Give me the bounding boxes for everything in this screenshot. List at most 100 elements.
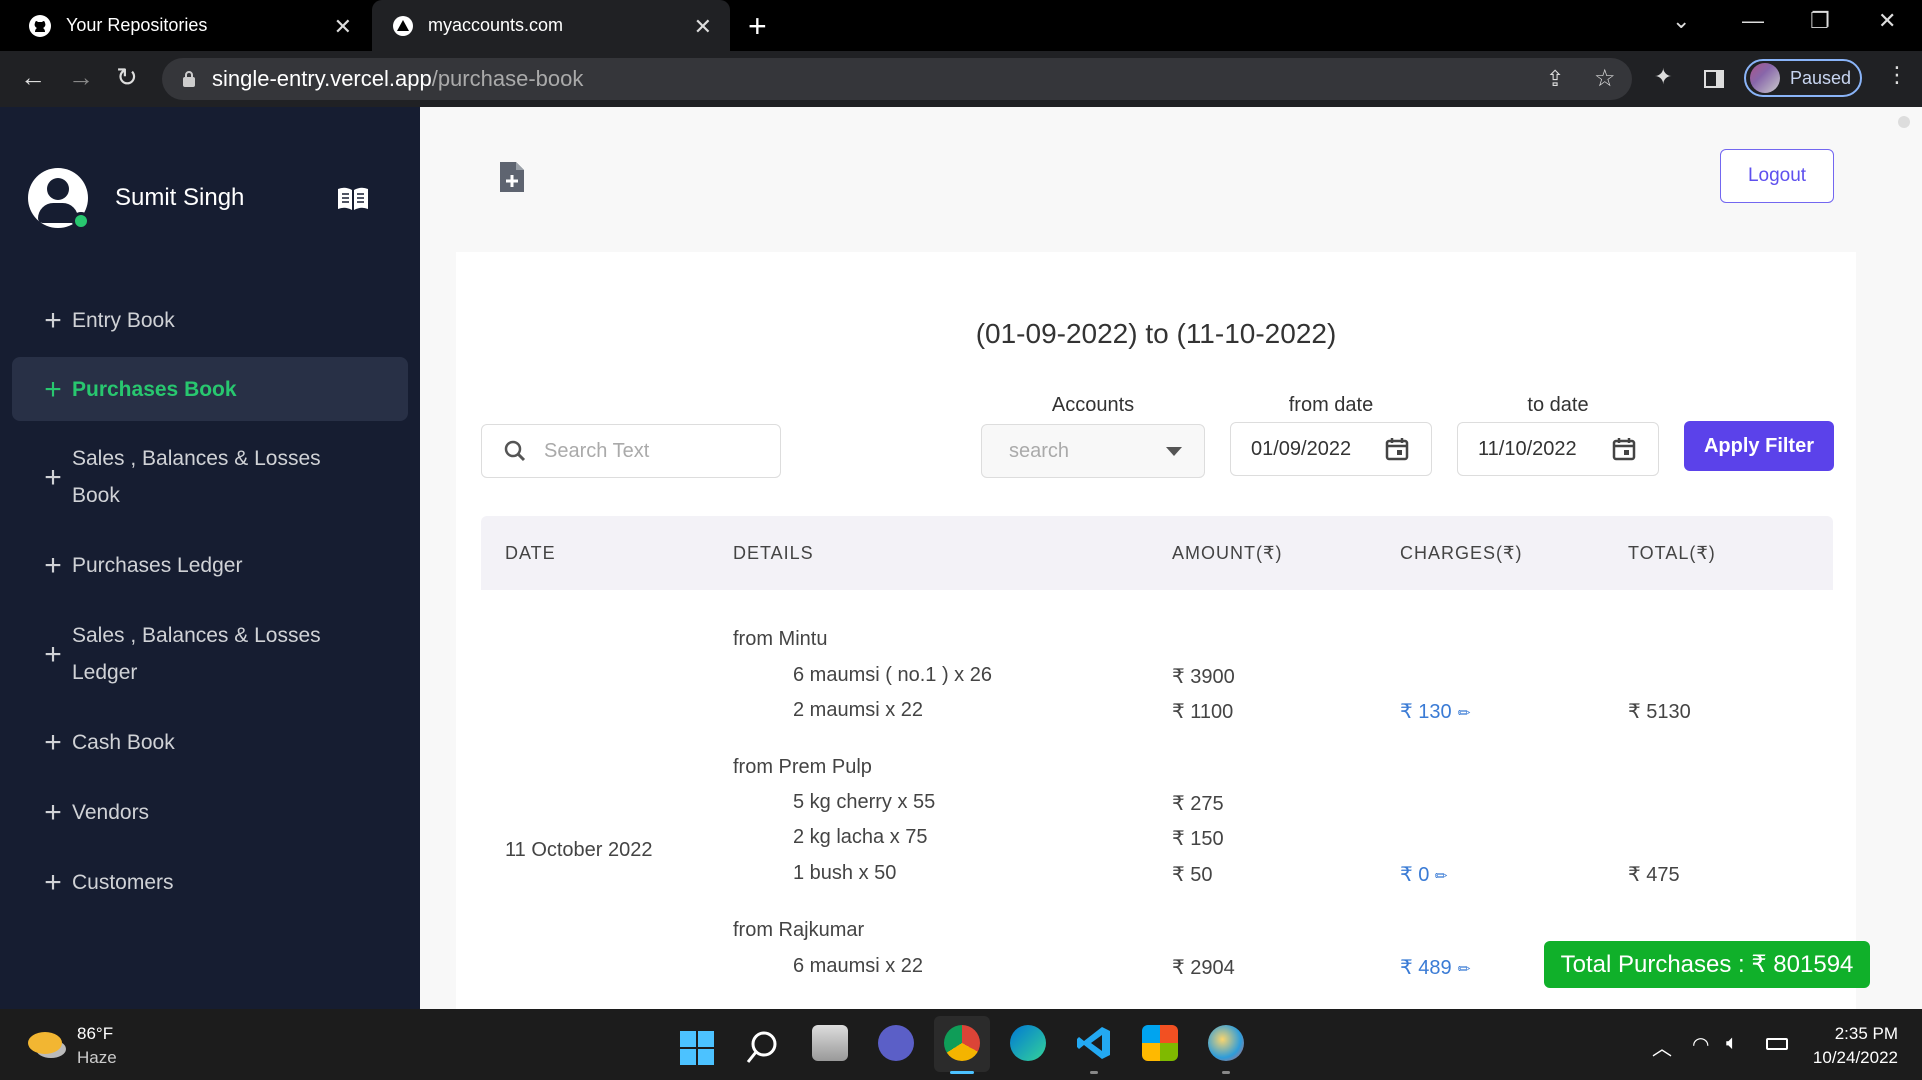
sidebar-item-entry-book[interactable]: + Entry Book [12, 302, 408, 339]
calendar-icon[interactable] [1385, 437, 1409, 461]
sidebar-item-purchases-book[interactable]: + Purchases Book [12, 357, 408, 421]
github-icon [29, 14, 51, 37]
clock-date[interactable]: 10/24/2022 [1800, 1048, 1898, 1068]
share-icon[interactable]: ⇪ [1546, 66, 1564, 92]
tab-close-icon[interactable]: ✕ [334, 14, 352, 40]
item-desc: 1 bush x 50 [793, 862, 897, 884]
item-amount: ₹ 150 [1172, 828, 1224, 850]
store-icon[interactable] [1142, 1025, 1178, 1061]
sidebar-item-purchases-ledger[interactable]: + Purchases Ledger [12, 547, 408, 584]
tray-chevron-icon[interactable]: ︿ [1652, 1032, 1672, 1061]
tab-your-repositories[interactable]: Your Repositories ✕ [0, 0, 370, 51]
extensions-icon[interactable]: ✦ [1654, 64, 1672, 90]
vendor-name: from Mintu [733, 628, 828, 650]
paint-icon[interactable] [1208, 1025, 1244, 1061]
column-header-date: DATE [505, 543, 556, 563]
item-amount: ₹ 1100 [1172, 701, 1234, 723]
sidebar-item-label: Entry Book [72, 309, 175, 332]
back-icon[interactable]: ← [20, 62, 46, 93]
user-name: Sumit Singh [115, 184, 245, 211]
battery-icon[interactable] [1766, 1038, 1788, 1050]
book-icon[interactable] [336, 186, 370, 212]
from-date-input[interactable]: 01/09/2022 [1230, 422, 1432, 476]
clock-time[interactable]: 2:35 PM [1828, 1024, 1898, 1044]
close-window-icon[interactable]: ✕ [1878, 8, 1896, 34]
vercel-icon [393, 15, 413, 36]
url-text: single-entry.vercel.app/purchase-book [212, 66, 583, 92]
profile-button[interactable]: Paused [1744, 59, 1862, 97]
tab-close-icon[interactable]: ✕ [694, 14, 712, 40]
menu-icon[interactable]: ⋮ [1886, 62, 1908, 88]
sidebar-item-customers[interactable]: + Customers [12, 864, 408, 901]
sidebar-item-label: Sales , Balances & Losses Ledger [72, 624, 321, 684]
teams-chat-icon[interactable] [878, 1025, 914, 1061]
charges-value: ₹ 0 [1400, 864, 1430, 886]
search-input[interactable]: Search Text [481, 424, 781, 478]
scrollbar-dot[interactable] [1898, 116, 1910, 128]
sidebar-item-sales-ledger[interactable]: + Sales , Balances & Losses Ledger [12, 617, 352, 691]
group-total: ₹ 475 [1628, 864, 1680, 886]
tab-title: myaccounts.com [428, 15, 564, 35]
reload-icon[interactable]: ↻ [116, 62, 138, 93]
item-amount: ₹ 2904 [1172, 957, 1235, 979]
forward-icon[interactable]: → [68, 62, 94, 93]
sidebar-item-label: Sales , Balances & Losses Book [72, 447, 321, 507]
side-panel-icon[interactable] [1704, 70, 1724, 88]
vscode-icon[interactable] [1076, 1025, 1112, 1061]
charges-value: ₹ 130 [1400, 701, 1452, 723]
sidebar-item-label: Cash Book [72, 731, 175, 754]
weather-desc: Haze [77, 1048, 117, 1067]
logout-button[interactable]: Logout [1720, 149, 1834, 203]
restore-icon[interactable]: ❐ [1810, 8, 1830, 34]
profile-status: Paused [1790, 67, 1852, 88]
minimize-icon[interactable]: — [1742, 8, 1764, 34]
tab-title: Your Repositories [66, 15, 208, 35]
from-date-value: 01/09/2022 [1251, 438, 1352, 460]
add-file-icon[interactable] [498, 160, 526, 194]
bookmark-star-icon[interactable]: ☆ [1594, 64, 1616, 93]
search-placeholder: Search Text [544, 440, 650, 462]
url-host: single-entry.vercel.app [212, 66, 432, 91]
sidebar-item-label: Vendors [72, 801, 150, 824]
profile-avatar [1750, 63, 1780, 93]
group-total: ₹ 5130 [1628, 701, 1691, 723]
edge-icon[interactable] [1010, 1025, 1046, 1061]
weather-icon[interactable] [28, 1032, 62, 1054]
charges-edit-link[interactable]: ₹ 0 ✎ [1400, 862, 1453, 887]
accounts-select[interactable]: search [981, 424, 1205, 478]
item-desc: 6 maumsi ( no.1 ) x 26 [793, 664, 992, 686]
chrome-icon[interactable] [944, 1025, 980, 1061]
purchases-card [456, 252, 1856, 1009]
sidebar-item-cash-book[interactable]: + Cash Book [12, 724, 408, 761]
active-indicator [950, 1071, 974, 1074]
volume-icon[interactable]: 🔈︎ [1726, 1032, 1738, 1055]
charges-edit-link[interactable]: ₹ 489 ✎ [1400, 955, 1475, 980]
sidebar-item-vendors[interactable]: + Vendors [12, 794, 408, 831]
charges-value: ₹ 489 [1400, 957, 1452, 979]
column-header-total: TOTAL(₹) [1628, 543, 1716, 563]
charges-edit-link[interactable]: ₹ 130 ✎ [1400, 699, 1475, 724]
vendor-name: from Prem Pulp [733, 756, 872, 778]
task-view-icon[interactable] [812, 1025, 848, 1061]
item-desc: 2 maumsi x 22 [793, 699, 924, 721]
search-icon [504, 440, 526, 462]
column-header-amount: AMOUNT(₹) [1172, 543, 1283, 563]
column-header-details: DETAILS [733, 543, 814, 563]
wifi-icon[interactable]: ◠ [1692, 1032, 1709, 1057]
new-tab-button[interactable]: + [748, 8, 767, 45]
accounts-label: Accounts [1051, 394, 1135, 416]
lock-icon [183, 71, 195, 87]
search-taskbar-icon[interactable] [746, 1030, 780, 1066]
from-date-label: from date [1288, 394, 1374, 416]
sidebar-item-sales-book[interactable]: + Sales , Balances & Losses Book [12, 440, 352, 514]
tab-search-icon[interactable]: ⌄ [1672, 8, 1690, 34]
to-date-value: 11/10/2022 [1478, 438, 1577, 460]
item-desc: 6 maumsi x 22 [793, 955, 924, 977]
calendar-icon[interactable] [1612, 437, 1636, 461]
to-date-input[interactable]: 11/10/2022 [1457, 422, 1659, 476]
start-icon[interactable] [679, 1030, 715, 1066]
tab-myaccounts[interactable]: myaccounts.com ✕ [372, 0, 730, 51]
date-range-title: (01-09-2022) to (11-10-2022) [975, 318, 1337, 349]
apply-filter-button[interactable]: Apply Filter [1684, 421, 1834, 471]
total-purchases-badge: Total Purchases : ₹ 801594 [1544, 941, 1870, 988]
